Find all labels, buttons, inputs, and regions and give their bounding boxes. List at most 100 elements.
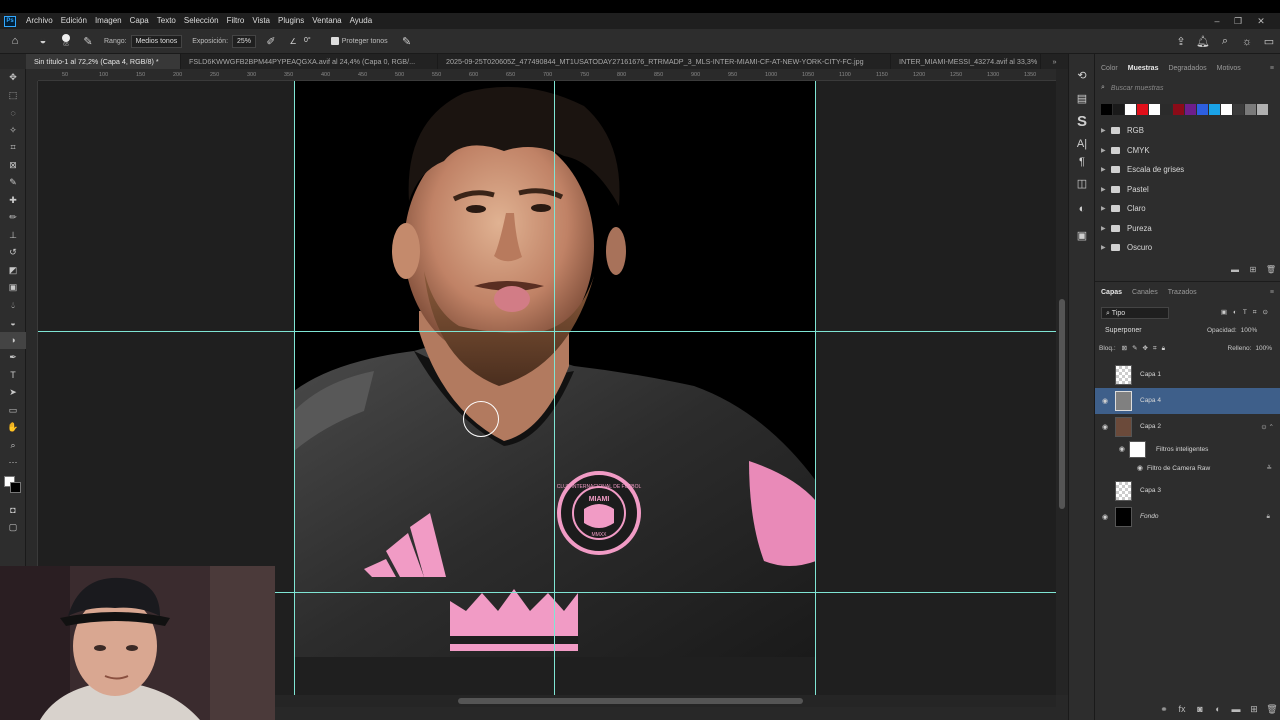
guide-vertical-center[interactable] xyxy=(554,81,555,695)
menu-imagen[interactable]: Imagen xyxy=(91,13,126,29)
screen-mode-icon[interactable]: ▢ xyxy=(0,519,26,537)
angle-input[interactable]: 0° xyxy=(300,35,315,48)
panel-menu-icon[interactable]: ≡ xyxy=(1268,289,1280,296)
tab-fsld6[interactable]: FSLD6KWWGFB2BPM44PYPEAQGXA.avif al 24,4%… xyxy=(181,54,438,69)
menu-ventana[interactable]: Ventana xyxy=(308,13,345,29)
minimize-icon[interactable]: – xyxy=(1207,13,1227,29)
history-panel-icon[interactable]: ⟲ xyxy=(1069,62,1095,88)
folder-oscuro[interactable]: ▶ Oscuro xyxy=(1095,238,1280,258)
color-swatches[interactable] xyxy=(0,472,26,502)
brush-tool-icon[interactable]: ✏ xyxy=(0,209,26,227)
tab-trazados[interactable]: Trazados xyxy=(1166,289,1205,296)
layer-filtros-inteligentes[interactable]: ◉ Filtros inteligentes xyxy=(1095,440,1280,459)
filter-options-icon[interactable]: ≚ xyxy=(1267,464,1272,472)
search-icon[interactable]: ⌕ xyxy=(1214,35,1236,48)
share-icon[interactable]: ⇪ xyxy=(1170,35,1192,48)
layer-capa-4[interactable]: ◉ Capa 4 xyxy=(1095,387,1280,414)
menu-vista[interactable]: Vista xyxy=(248,13,274,29)
blend-mode-select[interactable]: Superponer xyxy=(1101,325,1207,337)
folder-pastel[interactable]: ▶ Pastel xyxy=(1095,180,1280,200)
history-brush-icon[interactable]: ↺ xyxy=(0,244,26,262)
link-layers-icon[interactable]: ⚭ xyxy=(1155,704,1173,715)
panel-menu-icon[interactable]: ≡ xyxy=(1268,65,1280,72)
eye-icon[interactable]: ◉ xyxy=(1095,464,1147,472)
color-swatch[interactable] xyxy=(1245,104,1256,115)
dodge-tool-icon[interactable]: ◒ xyxy=(0,314,26,332)
add-mask-icon[interactable]: ◙ xyxy=(1191,704,1209,714)
layer-capa-3[interactable]: Capa 3 xyxy=(1095,478,1280,504)
close-icon[interactable]: ✕ xyxy=(1251,13,1271,29)
folder-cmyk[interactable]: ▶ CMYK xyxy=(1095,141,1280,161)
layer-filter-icons[interactable]: ▣◐T⌗⊙ xyxy=(1221,308,1274,317)
tab-degradados[interactable]: Degradados xyxy=(1166,65,1214,72)
menu-edicion[interactable]: Edición xyxy=(57,13,91,29)
tab-2025-inter-miami[interactable]: 2025-09-25T020605Z_477490844_MT1USATODAY… xyxy=(438,54,891,69)
crop-tool-icon[interactable]: ⌗ xyxy=(0,139,26,157)
proteger-tonos-checkbox[interactable]: Proteger tonos xyxy=(315,29,392,54)
pressure-size-icon[interactable]: ✎ xyxy=(392,35,422,48)
horizontal-scroll-thumb[interactable] xyxy=(458,698,803,704)
swatch-search-input[interactable]: ⌕ Buscar muestras xyxy=(1101,82,1274,94)
new-group-icon[interactable]: ▬ xyxy=(1227,704,1245,714)
gradient-tool-icon[interactable]: ▣ xyxy=(0,279,26,297)
tab-motivos[interactable]: Motivos xyxy=(1215,65,1249,72)
menu-archivo[interactable]: Archivo xyxy=(22,13,57,29)
color-swatch[interactable] xyxy=(1113,104,1124,115)
more-tools-icon[interactable]: ⋯ xyxy=(0,454,26,472)
eye-icon[interactable]: ◉ xyxy=(1095,513,1115,521)
quick-select-tool-icon[interactable]: ✧ xyxy=(0,122,26,140)
color-swatch[interactable] xyxy=(1101,104,1112,115)
tab-color[interactable]: Color xyxy=(1099,65,1126,72)
comments-panel-icon[interactable]: ▤ xyxy=(1069,88,1095,108)
layer-fondo[interactable]: ◉ Fondo 🔒︎ xyxy=(1095,504,1280,530)
menu-texto[interactable]: Texto xyxy=(153,13,180,29)
color-swatch[interactable] xyxy=(1221,104,1232,115)
eyedropper-tool-icon[interactable]: ✎ xyxy=(0,174,26,192)
plugin-s-icon[interactable]: S xyxy=(1069,108,1095,134)
fill-input[interactable]: 100% xyxy=(1255,345,1272,352)
adjustments-panel-icon[interactable]: ◐ xyxy=(1069,196,1095,222)
layer-capa-1[interactable]: Capa 1 xyxy=(1095,362,1280,388)
new-layer-icon[interactable]: ⊞ xyxy=(1245,704,1263,715)
color-swatch[interactable] xyxy=(1257,104,1268,115)
notifications-icon[interactable]: 🔔︎ xyxy=(1192,35,1214,48)
opacity-input[interactable]: 100% xyxy=(1241,327,1258,334)
layer-filtro-camera-raw[interactable]: ◉ Filtro de Camera Raw ≚ xyxy=(1095,459,1280,478)
clone-stamp-icon[interactable]: ⊥ xyxy=(0,227,26,245)
folder-pureza[interactable]: ▶ Pureza xyxy=(1095,219,1280,239)
tab-muestras[interactable]: Muestras xyxy=(1126,65,1167,72)
path-select-icon[interactable]: ➤ xyxy=(0,384,26,402)
vertical-scroll-thumb[interactable] xyxy=(1059,299,1065,509)
brush-settings-icon[interactable]: ✎ xyxy=(76,35,100,48)
home-icon[interactable]: ⌂ xyxy=(0,35,30,47)
tab-canales[interactable]: Canales xyxy=(1130,289,1166,296)
tab-capas[interactable]: Capas xyxy=(1099,289,1130,296)
tabs-overflow-icon[interactable]: » xyxy=(1041,54,1068,69)
marquee-tool-icon[interactable]: ⬚ xyxy=(0,87,26,105)
delete-swatch-icon[interactable]: 🗑︎ xyxy=(1262,265,1280,274)
color-swatch[interactable] xyxy=(1161,104,1172,115)
type-tool-icon[interactable]: T xyxy=(0,367,26,385)
healing-brush-icon[interactable]: ✚ xyxy=(0,192,26,210)
character-panel-icon[interactable]: A| xyxy=(1069,134,1095,154)
dodge-tool-active-icon[interactable]: ◑ xyxy=(0,331,26,349)
vertical-scrollbar[interactable] xyxy=(1056,69,1068,695)
color-swatch[interactable] xyxy=(1173,104,1184,115)
menu-plugins[interactable]: Plugins xyxy=(274,13,308,29)
exposicion-input[interactable]: 25% xyxy=(232,34,257,48)
airbrush-icon[interactable]: ✐ xyxy=(256,35,286,48)
guide-horizontal-bottom[interactable] xyxy=(275,592,1056,593)
frame-tool-icon[interactable]: ⊠ xyxy=(0,157,26,175)
guide-vertical-left[interactable] xyxy=(294,81,295,695)
delete-layer-icon[interactable]: 🗑︎ xyxy=(1263,704,1280,715)
zoom-tool-icon[interactable]: ⌕ xyxy=(0,437,26,455)
color-swatch[interactable] xyxy=(1149,104,1160,115)
layer-filter-select[interactable]: ⌕ Tipo xyxy=(1101,306,1169,319)
restore-icon[interactable]: ❐ xyxy=(1228,13,1248,29)
pen-tool-icon[interactable]: ✒ xyxy=(0,349,26,367)
color-swatch[interactable] xyxy=(1125,104,1136,115)
paragraph-panel-icon[interactable]: ¶ xyxy=(1069,154,1095,170)
eraser-tool-icon[interactable]: ◩ xyxy=(0,262,26,280)
folder-escala-grises[interactable]: ▶ Escala de grises xyxy=(1095,160,1280,180)
eye-icon[interactable]: ◉ xyxy=(1095,445,1129,453)
